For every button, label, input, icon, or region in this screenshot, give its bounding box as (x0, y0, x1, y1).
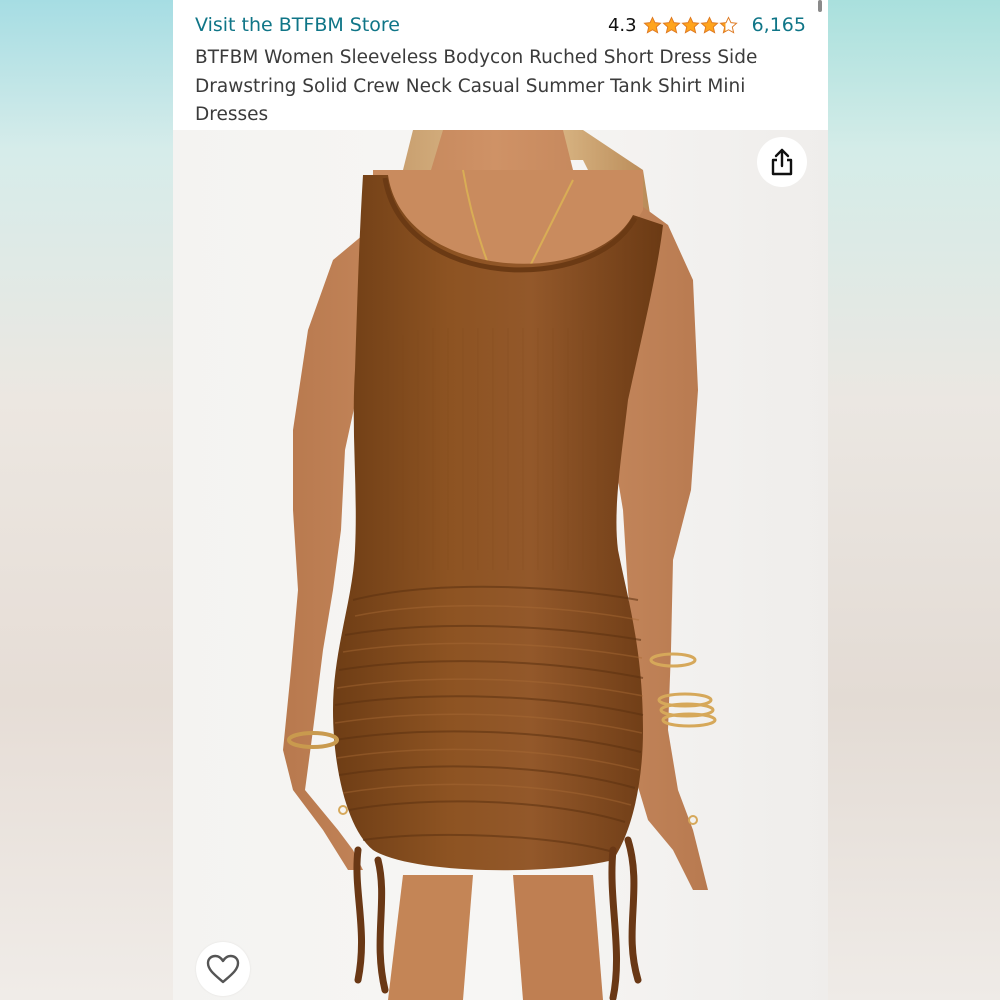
blurred-background-right (827, 0, 1000, 1000)
rating-value: 4.3 (607, 14, 637, 36)
product-image-gallery[interactable] (173, 130, 828, 1000)
product-header: Visit the BTFBM Store 4.3 6,165 BTFBM Wo… (173, 0, 828, 130)
review-count[interactable]: 6,165 (752, 14, 806, 36)
star-icon (718, 15, 738, 34)
product-screen: Visit the BTFBM Store 4.3 6,165 BTFBM Wo… (173, 0, 828, 1000)
heart-icon (206, 954, 240, 984)
star-icon (699, 15, 719, 34)
rating-summary[interactable]: 4.3 6,165 (608, 14, 806, 36)
share-button[interactable] (757, 137, 807, 187)
blurred-background-left (0, 0, 173, 1000)
star-icon (642, 15, 662, 34)
share-icon (771, 148, 793, 176)
star-rating (642, 15, 738, 35)
star-icon (661, 15, 681, 34)
wishlist-button[interactable] (196, 942, 250, 996)
store-rating-row: Visit the BTFBM Store 4.3 6,165 (195, 10, 806, 40)
star-icon (680, 15, 700, 34)
scroll-indicator (818, 0, 822, 12)
store-link[interactable]: Visit the BTFBM Store (195, 14, 400, 36)
product-title: BTFBM Women Sleeveless Bodycon Ruched Sh… (195, 47, 758, 125)
product-photo (173, 130, 828, 1000)
